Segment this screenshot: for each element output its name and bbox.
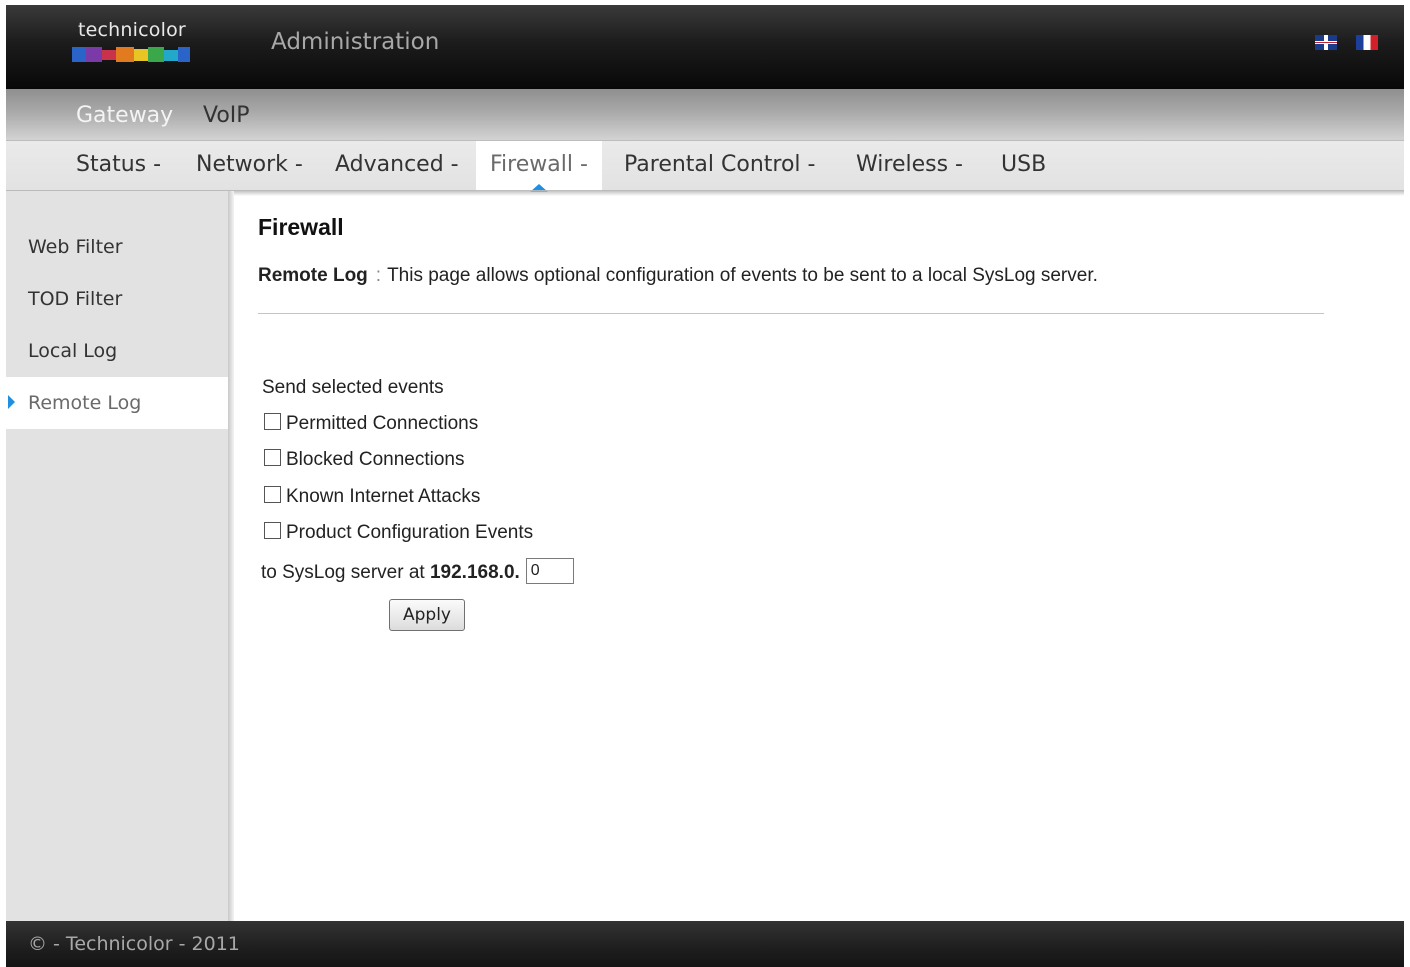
france-flag-icon[interactable]: [1356, 35, 1378, 50]
main-content: Firewall Remote Log: This page allows opt…: [246, 191, 1386, 921]
tab-parental-control[interactable]: Parental Control -: [624, 152, 815, 177]
checkbox-label: Blocked Connections: [286, 449, 465, 470]
checkbox-label: Product Configuration Events: [286, 522, 534, 543]
event-option-blocked: Blocked Connections: [264, 449, 465, 475]
active-arrow-icon: [8, 395, 15, 409]
header-bar: technicolor Administration: [6, 5, 1404, 89]
checkbox-label: Known Internet Attacks: [286, 486, 481, 507]
events-label: Send selected events: [262, 377, 444, 398]
sidebar: Web Filter TOD Filter Local Log Remote L…: [6, 191, 228, 921]
top-nav: Gateway VoIP: [6, 89, 1404, 140]
admin-title: Administration: [271, 29, 440, 55]
copyright-text: © - Technicolor - 2011: [28, 933, 240, 955]
event-option-permitted: Permitted Connections: [264, 413, 478, 439]
footer: © - Technicolor - 2011: [6, 921, 1404, 967]
tab-firewall[interactable]: Firewall -: [476, 141, 602, 192]
sidebar-item-web-filter[interactable]: Web Filter: [6, 221, 228, 273]
syslog-prefix: to SysLog server at: [261, 562, 425, 584]
tab-wireless[interactable]: Wireless -: [856, 152, 963, 177]
tab-status[interactable]: Status -: [76, 152, 161, 177]
divider: [258, 313, 1324, 314]
blocked-connections-checkbox[interactable]: [264, 449, 281, 467]
tab-network[interactable]: Network -: [196, 152, 303, 177]
tab-advanced[interactable]: Advanced -: [335, 152, 459, 177]
page-title: Firewall: [258, 214, 344, 240]
ip-last-octet-input[interactable]: 0: [525, 558, 574, 584]
topnav-voip[interactable]: VoIP: [203, 103, 250, 128]
uk-flag-icon[interactable]: [1314, 35, 1337, 50]
section-name: Remote Log: [258, 265, 368, 286]
sidebar-item-label: Remote Log: [28, 392, 142, 414]
tab-usb[interactable]: USB: [1001, 152, 1046, 177]
permitted-connections-checkbox[interactable]: [264, 413, 281, 431]
apply-button[interactable]: Apply: [389, 599, 465, 631]
language-selector: [1301, 35, 1378, 51]
description-text: This page allows optional configuration …: [387, 265, 1098, 286]
event-option-product-config: Product Configuration Events: [264, 522, 533, 548]
topnav-gateway[interactable]: Gateway: [76, 103, 173, 128]
syslog-server-row: to SysLog server at 192.168.0. 0: [261, 558, 574, 586]
sidebar-item-local-log[interactable]: Local Log: [6, 325, 228, 377]
sidebar-item-tod-filter[interactable]: TOD Filter: [6, 273, 228, 325]
sidebar-edge: [228, 191, 234, 921]
page-description: Remote Log: This page allows optional con…: [258, 265, 1098, 287]
known-attacks-checkbox[interactable]: [264, 486, 281, 504]
product-config-events-checkbox[interactable]: [264, 522, 281, 540]
sub-nav: Status - Network - Advanced - Firewall -…: [6, 140, 1404, 192]
technicolor-logo-text: technicolor: [78, 19, 186, 41]
router-admin-page: technicolor Administration Gateway VoIP …: [6, 5, 1404, 967]
event-option-attacks: Known Internet Attacks: [264, 486, 480, 512]
sidebar-item-remote-log[interactable]: Remote Log: [6, 377, 228, 429]
description-separator: :: [375, 265, 382, 286]
technicolor-logo-icon: [72, 47, 190, 62]
checkbox-label: Permitted Connections: [286, 413, 479, 434]
ip-prefix: 192.168.0.: [429, 562, 520, 584]
tab-firewall-label: Firewall -: [490, 152, 588, 177]
